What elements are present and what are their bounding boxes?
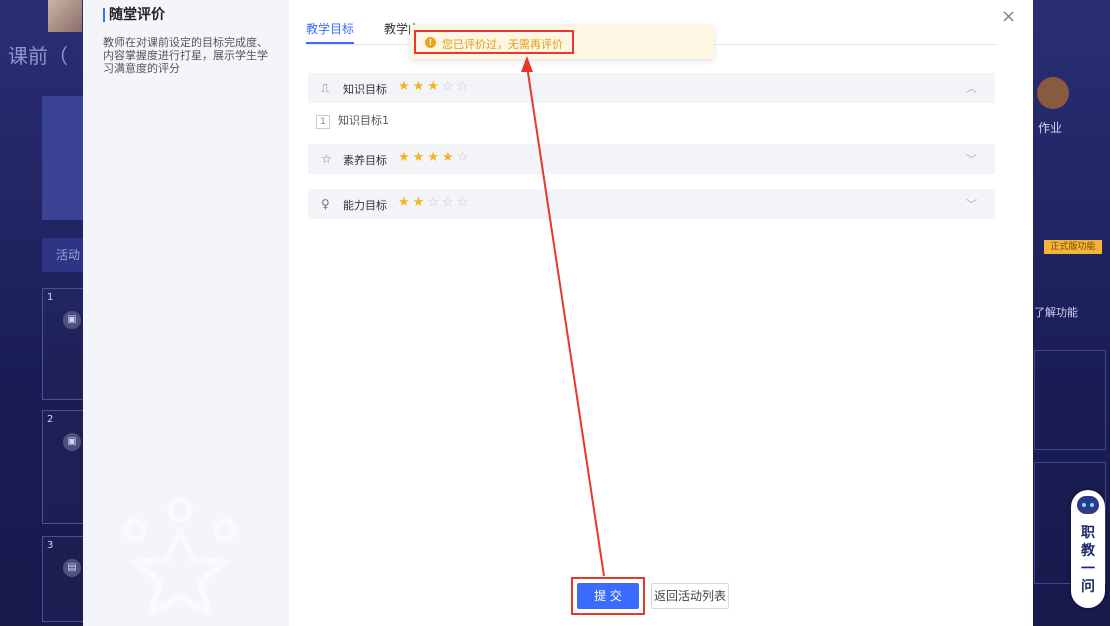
star-outline-icon: ☆ bbox=[321, 152, 332, 166]
homework-label: 作业 bbox=[1038, 121, 1063, 135]
star-filled-icon[interactable]: ★ bbox=[398, 79, 413, 94]
chevron-down-icon[interactable]: ﹀ bbox=[966, 151, 977, 167]
star-filled-icon[interactable]: ★ bbox=[398, 150, 413, 165]
highlight-box: ! 您已评价过，无需再评价 bbox=[414, 30, 574, 54]
section-label: 素养目标 bbox=[343, 154, 387, 167]
toast-message: ! 您已评价过，无需再评价 bbox=[410, 25, 714, 59]
celebration-illustration bbox=[123, 497, 237, 617]
submit-button[interactable]: 提 交 bbox=[577, 583, 639, 609]
course-thumbnail bbox=[48, 0, 82, 32]
star-filled-icon[interactable]: ★ bbox=[398, 195, 413, 210]
star-filled-icon[interactable]: ★ bbox=[442, 150, 457, 165]
modal-title: 随堂评价 bbox=[109, 7, 165, 23]
file-icon: ▤ bbox=[63, 559, 81, 577]
star-filled-icon[interactable]: ★ bbox=[413, 79, 428, 94]
star-empty-icon[interactable]: ☆ bbox=[442, 79, 457, 94]
robot-icon bbox=[1077, 496, 1099, 514]
star-empty-icon[interactable]: ☆ bbox=[427, 195, 442, 210]
star-filled-icon[interactable]: ★ bbox=[427, 79, 442, 94]
file-icon: ▣ bbox=[63, 433, 81, 451]
file-icon: ▣ bbox=[63, 311, 81, 329]
star-rating[interactable]: ★★★☆☆ bbox=[398, 79, 471, 94]
item-text: 知识目标1 bbox=[338, 114, 389, 127]
side-card bbox=[1034, 350, 1106, 450]
toast-text: 您已评价过，无需再评价 bbox=[442, 38, 563, 51]
chevron-down-icon[interactable]: ﹀ bbox=[966, 196, 977, 212]
star-rating[interactable]: ★★☆☆☆ bbox=[398, 195, 471, 210]
star-filled-icon[interactable]: ★ bbox=[413, 195, 428, 210]
star-empty-icon[interactable]: ☆ bbox=[457, 79, 472, 94]
star-empty-icon[interactable]: ☆ bbox=[442, 195, 457, 210]
highlight-box: 提 交 bbox=[571, 577, 645, 615]
close-icon[interactable]: × bbox=[1001, 6, 1016, 27]
bulb-icon: ♀ bbox=[321, 197, 330, 211]
section-literacy-goal[interactable]: ☆ 素养目标 ★★★★☆ ﹀ bbox=[308, 144, 995, 174]
section-label: 知识目标 bbox=[343, 83, 387, 96]
star-rating[interactable]: ★★★★☆ bbox=[398, 150, 471, 165]
bg-page-title: 课前（ bbox=[8, 44, 68, 68]
pro-badge: 正式版功能 bbox=[1044, 240, 1102, 254]
assistant-widget[interactable]: 职教一问 bbox=[1071, 490, 1105, 608]
assistant-label: 职教一问 bbox=[1081, 525, 1095, 595]
card-number: 2 bbox=[47, 414, 54, 425]
star-empty-icon[interactable]: ☆ bbox=[457, 150, 472, 165]
item-number: 1 bbox=[316, 115, 330, 129]
star-empty-icon[interactable]: ☆ bbox=[457, 195, 472, 210]
section-ability-goal[interactable]: ♀ 能力目标 ★★☆☆☆ ﹀ bbox=[308, 189, 995, 219]
list-item: 1 知识目标1 bbox=[316, 112, 389, 129]
book-icon: ⎍ bbox=[321, 81, 330, 95]
card-number: 1 bbox=[47, 292, 54, 303]
star-filled-icon[interactable]: ★ bbox=[427, 150, 442, 165]
chevron-up-icon[interactable]: ︿ bbox=[966, 80, 977, 96]
star-filled-icon[interactable]: ★ bbox=[413, 150, 428, 165]
homework-icon[interactable] bbox=[1037, 77, 1069, 109]
warning-icon: ! bbox=[425, 37, 436, 48]
evaluation-modal: 随堂评价 教师在对课前设定的目标完成度、内容掌握度进行打星，展示学生学习满意度的… bbox=[83, 0, 1033, 626]
section-label: 能力目标 bbox=[343, 199, 387, 212]
learn-features-link[interactable]: 了解功能 bbox=[1034, 304, 1078, 320]
tab-teaching-goals[interactable]: 教学目标 bbox=[306, 20, 355, 44]
back-to-activities-button[interactable]: 返回活动列表 bbox=[651, 583, 729, 609]
modal-info-pane: 随堂评价 教师在对课前设定的目标完成度、内容掌握度进行打星，展示学生学习满意度的… bbox=[83, 0, 289, 626]
modal-description: 教师在对课前设定的目标完成度、内容掌握度进行打星，展示学生学习满意度的评分 bbox=[103, 36, 268, 75]
card-number: 3 bbox=[47, 540, 54, 551]
section-knowledge-goal[interactable]: ⎍ 知识目标 ★★★☆☆ ︿ bbox=[308, 73, 995, 103]
